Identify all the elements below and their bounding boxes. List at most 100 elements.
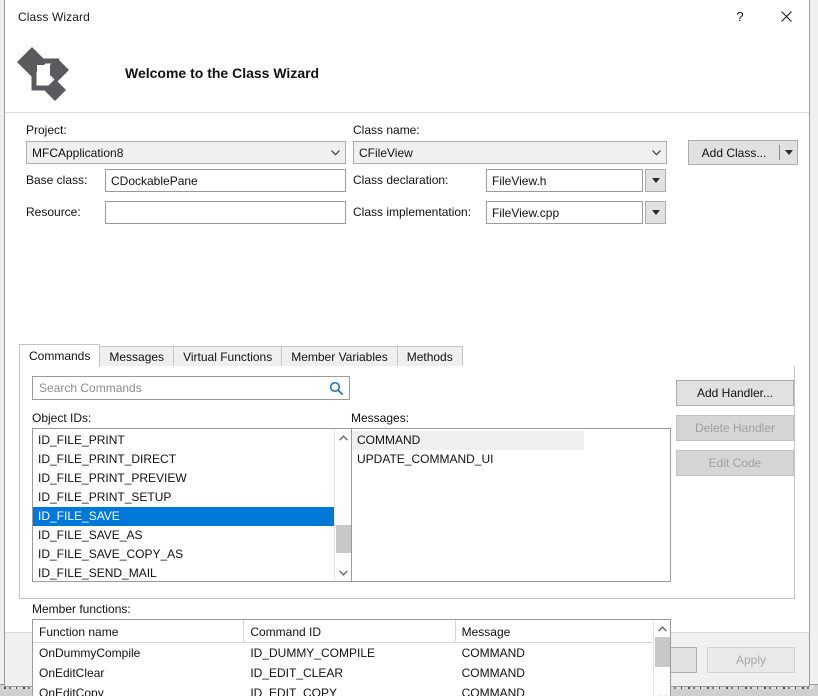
- member-functions-vertical-scrollbar[interactable]: [653, 620, 670, 696]
- add-handler-button[interactable]: Add Handler...: [676, 380, 794, 406]
- commands-tab-panel: Search Commands Object IDs: ID_FILE_PRIN…: [19, 366, 795, 599]
- member-functions-grid[interactable]: Function name Command ID Message OnDummy…: [32, 619, 671, 696]
- delete-handler-button: Delete Handler: [676, 415, 794, 441]
- project-combobox[interactable]: MFCApplication8: [26, 141, 346, 164]
- tab-methods[interactable]: Methods: [397, 346, 463, 367]
- list-item[interactable]: ID_FILE_SAVE_COPY_AS: [33, 545, 334, 564]
- member-functions-label: Member functions:: [32, 602, 131, 616]
- messages-items: COMMAND UPDATE_COMMAND_UI: [352, 429, 670, 581]
- class-implementation-dropdown-button[interactable]: [645, 201, 666, 224]
- list-item[interactable]: ID_FILE_PRINT_SETUP: [33, 488, 334, 507]
- cell-message: COMMAND: [456, 643, 653, 663]
- add-class-button[interactable]: Add Class...: [689, 141, 779, 164]
- list-item[interactable]: UPDATE_COMMAND_UI: [352, 450, 670, 469]
- scroll-up-arrow-icon[interactable]: [335, 429, 352, 446]
- cell-message: COMMAND: [456, 663, 653, 683]
- search-input[interactable]: Search Commands: [33, 381, 323, 395]
- list-item-selected[interactable]: ID_FILE_SAVE: [33, 507, 334, 526]
- close-icon: [781, 11, 792, 22]
- scroll-up-arrow-icon[interactable]: [654, 620, 671, 637]
- column-header-function-name[interactable]: Function name: [33, 620, 244, 643]
- column-header-command-id[interactable]: Command ID: [244, 620, 455, 643]
- class-name-label: Class name:: [353, 123, 420, 137]
- scrollbar-thumb[interactable]: [655, 637, 670, 667]
- class-wizard-dialog: Class Wizard ?: [4, 0, 810, 687]
- scroll-down-arrow-icon[interactable]: [335, 564, 352, 581]
- scroll-down-arrow-icon[interactable]: [654, 689, 671, 696]
- list-item[interactable]: ID_FILE_PRINT: [33, 431, 334, 450]
- help-button[interactable]: ?: [717, 0, 763, 33]
- class-implementation-field[interactable]: FileView.cpp: [486, 201, 643, 224]
- edit-code-button: Edit Code: [676, 450, 794, 476]
- close-button[interactable]: [763, 0, 809, 33]
- title-bar: Class Wizard ?: [5, 0, 809, 33]
- cell-command-id: ID_EDIT_COPY: [244, 683, 455, 696]
- tab-label: Methods: [407, 350, 453, 364]
- object-ids-items: ID_FILE_PRINT ID_FILE_PRINT_DIRECT ID_FI…: [33, 429, 334, 581]
- resource-field[interactable]: [105, 201, 346, 224]
- table-row[interactable]: OnEditCopy ID_EDIT_COPY COMMAND: [33, 683, 653, 696]
- chevron-down-icon: [326, 142, 345, 163]
- window-title: Class Wizard: [5, 10, 90, 24]
- tab-commands[interactable]: Commands: [19, 344, 100, 367]
- class-declaration-field[interactable]: FileView.h: [486, 169, 643, 192]
- chevron-down-icon: [652, 210, 660, 215]
- column-header-message[interactable]: Message: [456, 620, 653, 643]
- class-wizard-icon: [13, 41, 77, 105]
- button-label: Apply: [736, 653, 766, 667]
- dialog-body: Project: Class name: MFCApplication8 CFi…: [5, 113, 809, 632]
- object-ids-label: Object IDs:: [32, 411, 91, 425]
- class-name-value: CFileView: [354, 146, 647, 160]
- tab-strip: Commands Messages Virtual Functions Memb…: [19, 345, 795, 367]
- object-ids-listbox[interactable]: ID_FILE_PRINT ID_FILE_PRINT_DIRECT ID_FI…: [32, 428, 352, 582]
- title-bar-buttons: ?: [717, 0, 809, 33]
- question-mark-icon: ?: [736, 9, 743, 24]
- list-item[interactable]: ID_FILE_PRINT_PREVIEW: [33, 469, 334, 488]
- list-item[interactable]: ID_FILE_SEND_MAIL: [33, 564, 334, 582]
- class-declaration-label: Class declaration:: [353, 173, 448, 187]
- resource-label: Resource:: [26, 205, 81, 219]
- welcome-banner: Welcome to the Class Wizard: [5, 33, 809, 112]
- banner-heading: Welcome to the Class Wizard: [125, 65, 319, 81]
- tab-member-variables[interactable]: Member Variables: [281, 346, 397, 367]
- project-label: Project:: [26, 123, 67, 137]
- tab-label: Commands: [29, 349, 90, 363]
- list-item[interactable]: ID_FILE_SAVE_AS: [33, 526, 334, 545]
- button-label: Delete Handler: [695, 421, 775, 435]
- messages-listbox[interactable]: COMMAND UPDATE_COMMAND_UI: [351, 428, 671, 582]
- add-class-split-button[interactable]: Add Class...: [688, 140, 798, 165]
- cell-function-name: OnEditClear: [33, 663, 244, 683]
- tab-label: Virtual Functions: [183, 350, 272, 364]
- base-class-value: CDockablePane: [106, 174, 198, 188]
- base-class-field[interactable]: CDockablePane: [105, 169, 346, 192]
- grid-viewport: Function name Command ID Message OnDummy…: [33, 620, 653, 696]
- table-row[interactable]: OnEditClear ID_EDIT_CLEAR COMMAND: [33, 663, 653, 683]
- base-class-label: Base class:: [26, 173, 87, 187]
- class-implementation-label: Class implementation:: [353, 205, 471, 219]
- cell-message: COMMAND: [456, 683, 653, 696]
- class-declaration-value: FileView.h: [487, 174, 546, 188]
- list-item[interactable]: ID_FILE_PRINT_DIRECT: [33, 450, 334, 469]
- table-row[interactable]: OnDummyCompile ID_DUMMY_COMPILE COMMAND: [33, 643, 653, 663]
- object-ids-vertical-scrollbar[interactable]: [334, 429, 351, 581]
- cell-command-id: ID_EDIT_CLEAR: [244, 663, 455, 683]
- search-icon[interactable]: [323, 381, 349, 396]
- class-declaration-dropdown-button[interactable]: [645, 169, 666, 192]
- chevron-down-icon: [652, 178, 660, 183]
- messages-label: Messages:: [351, 411, 409, 425]
- search-commands-box[interactable]: Search Commands: [32, 376, 350, 400]
- tab-virtual-functions[interactable]: Virtual Functions: [173, 346, 282, 367]
- chevron-down-icon: [647, 142, 666, 163]
- button-label: Add Handler...: [697, 386, 773, 400]
- apply-button: Apply: [707, 647, 795, 673]
- scrollbar-thumb[interactable]: [336, 525, 351, 553]
- list-item-selected[interactable]: COMMAND: [352, 431, 584, 450]
- grid-header-row: Function name Command ID Message: [33, 620, 653, 643]
- cell-command-id: ID_DUMMY_COMPILE: [244, 643, 455, 663]
- desktop-background: Class Wizard ?: [0, 0, 818, 696]
- add-class-dropdown-arrow[interactable]: [780, 141, 797, 164]
- tab-label: Messages: [109, 350, 164, 364]
- class-name-combobox[interactable]: CFileView: [353, 141, 667, 164]
- tab-messages[interactable]: Messages: [99, 346, 174, 367]
- project-value: MFCApplication8: [27, 146, 326, 160]
